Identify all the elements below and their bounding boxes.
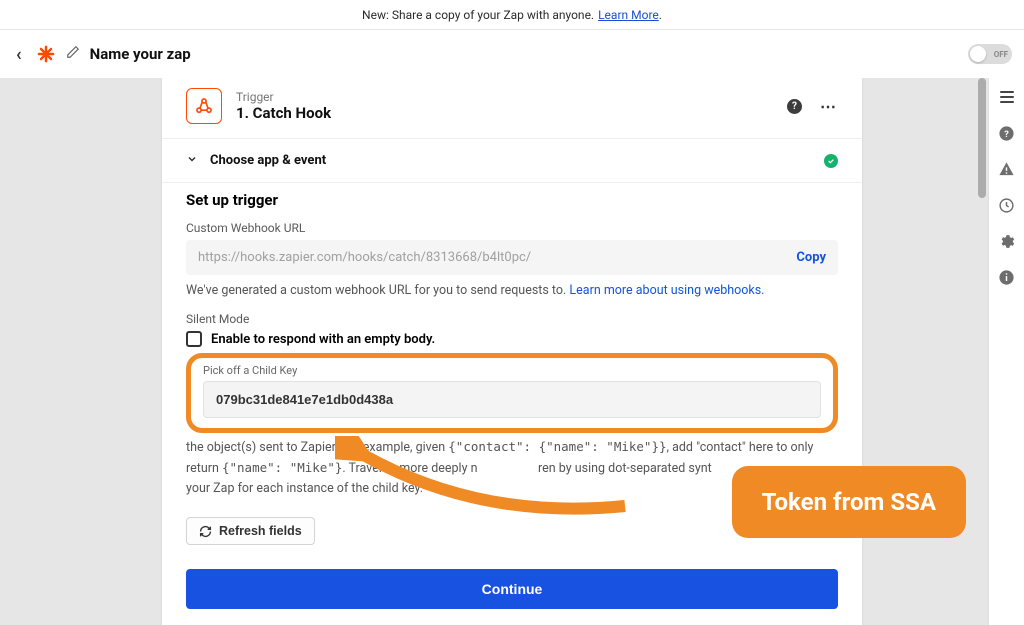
- silent-mode-text: Enable to respond with an empty body.: [211, 332, 435, 347]
- silent-label: Silent Mode: [186, 312, 838, 326]
- refresh-icon: [199, 525, 212, 538]
- url-hint: We've generated a custom webhook URL for…: [186, 283, 838, 298]
- sidepanel-history-icon[interactable]: [998, 196, 1016, 214]
- workspace: Trigger 1. Catch Hook ? ⋯ Choose app & e…: [0, 78, 1024, 625]
- toggle-label: OFF: [994, 50, 1008, 59]
- copy-button[interactable]: Copy: [796, 250, 826, 265]
- silent-mode-row: Enable to respond with an empty body.: [186, 331, 838, 347]
- childkey-highlight: Pick off a Child Key: [186, 353, 838, 433]
- url-hint-text: We've generated a custom webhook URL for…: [186, 283, 569, 298]
- scrollbar-thumb[interactable]: [978, 78, 986, 198]
- toggle-knob: [970, 46, 986, 62]
- zap-name[interactable]: Name your zap: [90, 45, 191, 63]
- back-button[interactable]: ‹: [12, 44, 26, 65]
- url-label: Custom Webhook URL: [186, 221, 838, 235]
- svg-text:?: ?: [1004, 129, 1009, 140]
- card-body: Set up trigger Custom Webhook URL https:…: [162, 183, 862, 625]
- publish-toggle[interactable]: OFF: [968, 44, 1012, 64]
- step-title: 1. Catch Hook: [236, 104, 773, 122]
- exp-code: {"name": "Mike"}: [222, 460, 342, 475]
- topbar: ‹ Name your zap OFF: [0, 30, 1024, 78]
- right-sidepanel: ?: [988, 78, 1024, 625]
- refresh-label: Refresh fields: [219, 524, 302, 538]
- exp-part: the object(s) sent to Zapier. For exampl…: [186, 440, 448, 455]
- announcement-link[interactable]: Learn More: [598, 8, 659, 22]
- exp-part: . Traverse more deeply n: [342, 461, 477, 476]
- exp-part: ren by using dot-separated synt: [538, 461, 712, 476]
- step-meta: Trigger 1. Catch Hook: [236, 90, 773, 122]
- refresh-fields-button[interactable]: Refresh fields: [186, 517, 315, 545]
- topbar-left: ‹ Name your zap: [12, 44, 191, 65]
- annotation-callout: Token from SSA: [734, 468, 964, 536]
- help-icon[interactable]: ?: [787, 99, 802, 114]
- exp-part: your Zap for each instance of the child …: [186, 481, 423, 496]
- sidepanel-help-icon[interactable]: ?: [998, 124, 1016, 142]
- zapier-logo-icon: [36, 44, 56, 64]
- more-icon[interactable]: ⋯: [820, 97, 838, 116]
- card-header: Trigger 1. Catch Hook ? ⋯: [162, 78, 862, 138]
- sidepanel-outline-icon[interactable]: [998, 88, 1016, 106]
- chevron-down-icon: [186, 153, 198, 168]
- card-header-actions: ? ⋯: [787, 97, 838, 116]
- announcement-bar: New: Share a copy of your Zap with anyon…: [0, 0, 1024, 30]
- pencil-icon[interactable]: [66, 45, 80, 63]
- childkey-label: Pick off a Child Key: [203, 364, 821, 377]
- accordion-title: Choose app & event: [210, 153, 812, 168]
- accordion-choose-app[interactable]: Choose app & event: [162, 139, 862, 182]
- continue-button[interactable]: Continue: [186, 569, 838, 609]
- webhook-url-row: https://hooks.zapier.com/hooks/catch/831…: [186, 240, 838, 275]
- check-icon: [824, 154, 838, 168]
- setup-heading: Set up trigger: [186, 191, 838, 209]
- exp-code: {"contact": {"name": "Mike"}}: [448, 439, 666, 454]
- webhook-app-icon: [186, 88, 222, 124]
- webhook-url-value: https://hooks.zapier.com/hooks/catch/831…: [198, 250, 796, 265]
- sidepanel-settings-icon[interactable]: [998, 232, 1016, 250]
- silent-mode-checkbox[interactable]: [186, 331, 202, 347]
- trigger-card: Trigger 1. Catch Hook ? ⋯ Choose app & e…: [162, 78, 862, 625]
- announcement-text: New: Share a copy of your Zap with anyon…: [362, 8, 594, 22]
- url-hint-link[interactable]: Learn more about using webhooks.: [569, 283, 764, 298]
- sidepanel-alert-icon[interactable]: [998, 160, 1016, 178]
- step-type-label: Trigger: [236, 90, 773, 104]
- sidepanel-info-icon[interactable]: [998, 268, 1016, 286]
- childkey-input[interactable]: [203, 381, 821, 418]
